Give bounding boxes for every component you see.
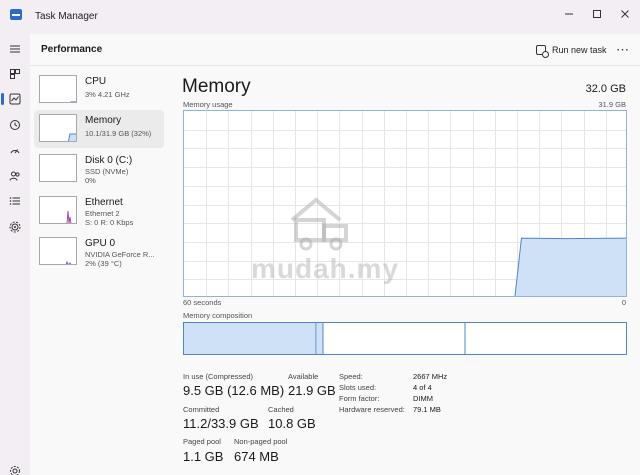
device-item-gpu[interactable]: GPU 0 NVIDIA GeForce R... 2% (39 °C) <box>34 233 164 271</box>
services-icon[interactable] <box>6 218 24 236</box>
performance-icon[interactable] <box>1 90 24 108</box>
more-options-button[interactable]: ⋯ <box>616 42 630 58</box>
memory-usage-label: Memory usage <box>183 100 233 109</box>
device-list: CPU 3% 4.21 GHz Memory 10.1/31.9 GB (32%… <box>30 66 170 475</box>
users-icon[interactable] <box>6 167 24 185</box>
minimize-button[interactable] <box>555 4 583 24</box>
navigation-rail <box>0 34 30 475</box>
device-name: CPU <box>85 76 107 87</box>
app-history-icon[interactable] <box>6 116 24 134</box>
processes-icon[interactable] <box>6 65 24 83</box>
memory-usage-max: 31.9 GB <box>598 100 626 109</box>
device-detail: 0% <box>85 176 96 185</box>
memory-panel: Memory 32.0 GB Memory usage 31.9 GB 60 s… <box>170 66 640 475</box>
memory-usage-area <box>514 237 626 296</box>
hardware-reserved-label: Hardware reserved: <box>339 405 405 414</box>
device-item-cpu[interactable]: CPU 3% 4.21 GHz <box>34 71 164 109</box>
non-paged-pool-value: 674 MB <box>234 449 279 464</box>
available-value: 21.9 GB <box>288 383 336 398</box>
window-title: Task Manager <box>35 11 98 22</box>
modified-segment <box>317 323 323 354</box>
device-item-ethernet[interactable]: Ethernet Ethernet 2 S: 0 R: 0 Kbps <box>34 192 164 230</box>
device-item-memory[interactable]: Memory 10.1/31.9 GB (32%) <box>34 110 164 148</box>
device-name: GPU 0 <box>85 238 116 249</box>
form-factor-value: DIMM <box>413 394 433 403</box>
device-name: Ethernet <box>85 197 123 208</box>
startup-apps-icon[interactable] <box>6 142 24 160</box>
task-manager-app-icon <box>10 9 22 20</box>
maximize-icon <box>593 10 601 18</box>
device-name: Disk 0 (C:) <box>85 155 133 166</box>
cached-value: 10.8 GB <box>268 416 316 431</box>
device-detail: S: 0 R: 0 Kbps <box>85 218 134 227</box>
time-end-label: 0 <box>621 298 626 307</box>
slots-used-label: Slots used: <box>339 383 377 392</box>
device-detail: NVIDIA GeForce R... <box>85 250 155 259</box>
slots-used-value: 4 of 4 <box>413 383 432 392</box>
gpu-thumbnail <box>39 237 77 265</box>
paged-pool-value: 1.1 GB <box>183 449 224 464</box>
cached-label: Cached <box>268 405 294 414</box>
minimize-icon <box>565 13 573 15</box>
device-name: Memory <box>85 115 122 126</box>
device-detail: SSD (NVMe) <box>85 167 129 176</box>
memory-usage-chart <box>183 110 627 297</box>
form-factor-label: Form factor: <box>339 394 380 403</box>
run-new-task-label: Run new task <box>552 45 607 55</box>
memory-total: 32.0 GB <box>585 83 626 95</box>
performance-header: Performance Run new task ⋯ <box>30 34 640 66</box>
device-detail: 3% 4.21 GHz <box>85 90 130 99</box>
in-use-label: In use (Compressed) <box>183 372 254 381</box>
device-detail: Ethernet 2 <box>85 209 120 218</box>
run-new-task-button[interactable]: Run new task <box>536 41 607 59</box>
time-span-label: 60 seconds <box>183 298 222 307</box>
close-button[interactable] <box>611 4 639 24</box>
settings-icon[interactable] <box>6 462 24 475</box>
speed-label: Speed: <box>339 372 363 381</box>
maximize-button[interactable] <box>583 4 611 24</box>
in-use-segment <box>184 323 316 354</box>
speed-value: 2667 MHz <box>413 372 448 381</box>
page-title: Performance <box>41 44 103 55</box>
hamburger-menu-icon[interactable] <box>6 40 24 58</box>
cpu-thumbnail <box>39 75 77 103</box>
device-detail: 2% (39 °C) <box>85 259 122 268</box>
non-paged-pool-label: Non-paged pool <box>234 437 288 446</box>
details-icon[interactable] <box>6 192 24 210</box>
run-task-icon <box>536 45 549 58</box>
ethernet-thumbnail <box>39 196 77 224</box>
memory-thumbnail <box>39 114 77 142</box>
device-detail: 10.1/31.9 GB (32%) <box>85 129 152 138</box>
close-icon <box>621 10 629 18</box>
memory-title: Memory <box>182 76 251 97</box>
available-label: Available <box>288 372 319 381</box>
in-use-value: 9.5 GB (12.6 MB) <box>183 383 285 398</box>
committed-value: 11.2/33.9 GB <box>183 416 259 431</box>
memory-composition-label: Memory composition <box>183 311 253 320</box>
title-bar: Task Manager <box>0 0 640 34</box>
memory-composition-bar <box>183 322 627 355</box>
committed-label: Committed <box>183 405 220 414</box>
disk-thumbnail <box>39 154 77 182</box>
device-item-disk[interactable]: Disk 0 (C:) SSD (NVMe) 0% <box>34 150 164 188</box>
hardware-reserved-value: 79.1 MB <box>413 405 441 414</box>
paged-pool-label: Paged pool <box>183 437 221 446</box>
